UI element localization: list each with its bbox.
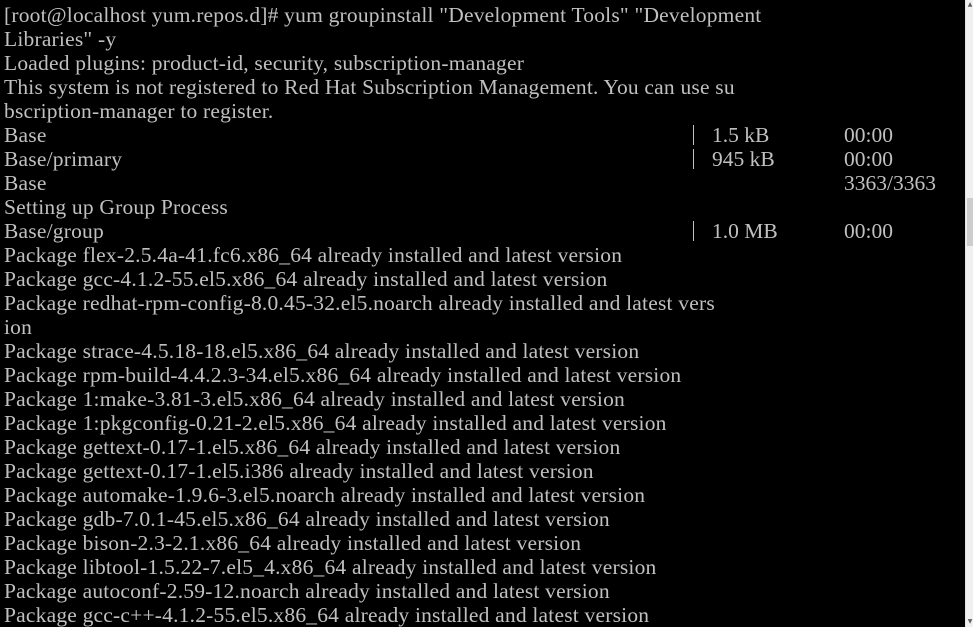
terminal-line: [root@localhost yum.repos.d]# yum groupi… <box>4 3 762 27</box>
download-time: 00:00 <box>844 147 893 171</box>
terminal-line: Package gettext-0.17-1.el5.x86_64 alread… <box>4 435 621 459</box>
progress-divider <box>693 125 694 145</box>
download-time: 00:00 <box>844 123 893 147</box>
terminal-line: Package rpm-build-4.4.2.3-34.el5.x86_64 … <box>4 363 682 387</box>
terminal-line: Package gcc-4.1.2-55.el5.x86_64 already … <box>4 267 608 291</box>
terminal-line: Package automake-1.9.6-3.el5.noarch alre… <box>4 483 646 507</box>
download-size: 1.0 MB <box>712 219 778 243</box>
terminal-line: bscription-manager to register. <box>4 99 274 123</box>
terminal-line: Package libtool-1.5.22-7.el5_4.x86_64 al… <box>4 555 657 579</box>
terminal-line: ion <box>4 315 33 339</box>
download-size: 1.5 kB <box>712 123 770 147</box>
terminal-line: This system is not registered to Red Hat… <box>4 75 735 99</box>
terminal-line: Setting up Group Process <box>4 195 228 219</box>
download-time: 00:00 <box>844 219 893 243</box>
terminal-line: Package bison-2.3-2.1.x86_64 already ins… <box>4 531 582 555</box>
terminal-line: Package redhat-rpm-config-8.0.45-32.el5.… <box>4 291 715 315</box>
terminal-line: Base <box>4 123 47 147</box>
terminal-line: Libraries" -y <box>4 27 117 51</box>
terminal-line: Package 1:pkgconfig-0.21-2.el5.x86_64 al… <box>4 411 667 435</box>
terminal-line: Base/primary <box>4 147 123 171</box>
terminal-window[interactable]: [root@localhost yum.repos.d]# yum groupi… <box>0 0 965 627</box>
progress-divider <box>693 221 694 241</box>
terminal-line: Package 1:make-3.81-3.el5.x86_64 already… <box>4 387 625 411</box>
scrollbar-thumb[interactable] <box>967 198 973 246</box>
terminal-line: Base/group <box>4 219 104 243</box>
terminal-line: Package gcc-c++-4.1.2-55.el5.x86_64 alre… <box>4 603 650 627</box>
package-count: 3363/3363 <box>844 171 936 195</box>
terminal-line: Package strace-4.5.18-18.el5.x86_64 alre… <box>4 339 640 363</box>
terminal-line: Base <box>4 171 47 195</box>
scroll-up-icon[interactable]: ▲ <box>966 0 973 10</box>
terminal-line: Package flex-2.5.4a-41.fc6.x86_64 alread… <box>4 243 623 267</box>
download-size: 945 kB <box>712 147 775 171</box>
progress-divider <box>693 149 694 169</box>
vertical-scrollbar[interactable]: ▲ ▼ <box>965 0 973 627</box>
terminal-line: Package gdb-7.0.1-45.el5.x86_64 already … <box>4 507 610 531</box>
terminal-line: Package gettext-0.17-1.el5.i386 already … <box>4 459 594 483</box>
scroll-down-icon[interactable]: ▼ <box>966 617 973 627</box>
terminal-line: Package autoconf-2.59-12.noarch already … <box>4 579 610 603</box>
terminal-line: Loaded plugins: product-id, security, su… <box>4 51 525 75</box>
